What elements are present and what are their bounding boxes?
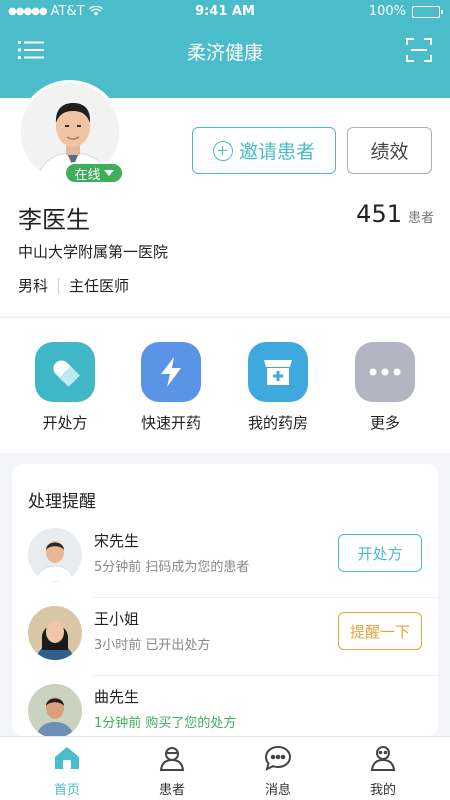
quick-action-label: 我的药房: [247, 414, 308, 432]
tab-label: 消息: [264, 783, 291, 798]
tab-messages[interactable]: 消息: [243, 745, 313, 798]
list-item[interactable]: 宋先生 5分钟前 扫码成为您的患者 开处方: [12, 520, 438, 598]
reminder-time: 3小时前: [94, 638, 142, 653]
reminders-title: 处理提醒: [28, 492, 96, 512]
prescribe-button[interactable]: 开处方: [338, 534, 422, 572]
quick-action-label: 开处方: [42, 414, 88, 432]
reminder-desc: 5分钟前 扫码成为您的患者: [94, 556, 249, 575]
remind-label: 提醒一下: [349, 622, 410, 641]
tab-label: 首页: [53, 783, 80, 798]
performance-button[interactable]: 绩效: [347, 127, 432, 174]
list-item[interactable]: 王小姐 3小时前 已开出处方 提醒一下: [12, 598, 438, 676]
tab-label: 患者: [158, 783, 185, 798]
performance-label: 绩效: [370, 141, 409, 163]
profile-icon: [370, 746, 396, 771]
reminder-time: 1分钟前: [94, 716, 142, 731]
reminders-card: 处理提醒 宋先生 5分钟前 扫码成为您的患者 开处方 王小姐 3小时前 已开出处…: [12, 464, 438, 736]
tab-mine[interactable]: 我的: [348, 745, 418, 798]
avatar: [28, 684, 82, 736]
quick-action-fast-prescribe[interactable]: 快速开药: [126, 342, 216, 433]
tab-label: 我的: [369, 783, 396, 798]
scan-icon[interactable]: [406, 38, 432, 62]
home-icon: [55, 747, 79, 769]
bottom-tab-bar: 首页 患者 消息 我的: [0, 736, 450, 800]
invite-patient-label: 邀请患者: [238, 141, 315, 163]
online-status-label: 在线: [74, 167, 101, 183]
doctor-title: 主任医师: [69, 277, 130, 295]
app-title: 柔济健康: [186, 42, 263, 64]
divider: [58, 277, 60, 294]
more-icon: [355, 342, 415, 402]
doctor-profile-card: 在线 邀请患者 绩效 李医生 451 患者 中山大学附属第一医院 男科 主任医师: [0, 78, 450, 316]
add-circle-icon: [212, 140, 233, 161]
chevron-down-icon: [103, 170, 114, 176]
patient-count[interactable]: 451 患者: [356, 200, 434, 228]
quick-action-pharmacy[interactable]: 我的药房: [233, 342, 323, 433]
battery-percent: 100%: [368, 4, 406, 19]
pharmacy-icon: [248, 342, 308, 402]
avatar: [28, 606, 82, 660]
avatar: [28, 528, 82, 582]
quick-action-label: 更多: [369, 414, 400, 432]
battery-icon: [412, 5, 443, 18]
battery-status: 100%: [368, 4, 443, 19]
patient-count-value: 451: [356, 200, 402, 228]
patient-name: 王小姐: [94, 610, 140, 628]
tab-home[interactable]: 首页: [32, 745, 102, 798]
patient-icon: [159, 747, 185, 771]
remind-button[interactable]: 提醒一下: [338, 612, 422, 650]
online-status-badge[interactable]: 在线: [64, 162, 124, 184]
patient-count-label: 患者: [407, 211, 434, 226]
patient-name: 宋先生: [94, 532, 140, 550]
quick-action-more[interactable]: 更多: [340, 342, 430, 433]
quick-action-prescribe[interactable]: 开处方: [20, 342, 110, 433]
nav-bar: 柔济健康: [0, 24, 450, 78]
quick-action-label: 快速开药: [140, 414, 201, 432]
reminder-text: 已开出处方: [145, 638, 211, 653]
tab-patients[interactable]: 患者: [137, 745, 207, 798]
prescribe-label: 开处方: [357, 544, 403, 563]
hospital-name: 中山大学附属第一医院: [18, 243, 169, 261]
patient-name: 曲先生: [94, 688, 140, 706]
status-bar: ●●●●● AT&T 9:41 AM 100%: [0, 0, 450, 24]
reminder-desc: 3小时前 已开出处方: [94, 634, 210, 653]
message-icon: [264, 745, 292, 771]
lightning-icon: [141, 342, 201, 402]
reminder-text: 购买了您的处方: [145, 716, 237, 731]
reminder-desc: 1分钟前 购买了您的处方: [94, 712, 236, 731]
invite-patient-button[interactable]: 邀请患者: [192, 127, 336, 174]
reminder-time: 5分钟前: [94, 560, 142, 575]
doctor-name: 李医生: [18, 206, 90, 234]
department: 男科: [18, 277, 49, 295]
department-row: 男科 主任医师: [18, 275, 129, 296]
quick-actions: 开处方 快速开药 我的药房 更多: [0, 317, 450, 453]
pill-icon: [35, 342, 95, 402]
list-item[interactable]: 曲先生 1分钟前 购买了您的处方: [12, 676, 438, 736]
reminder-text: 扫码成为您的患者: [145, 560, 250, 575]
